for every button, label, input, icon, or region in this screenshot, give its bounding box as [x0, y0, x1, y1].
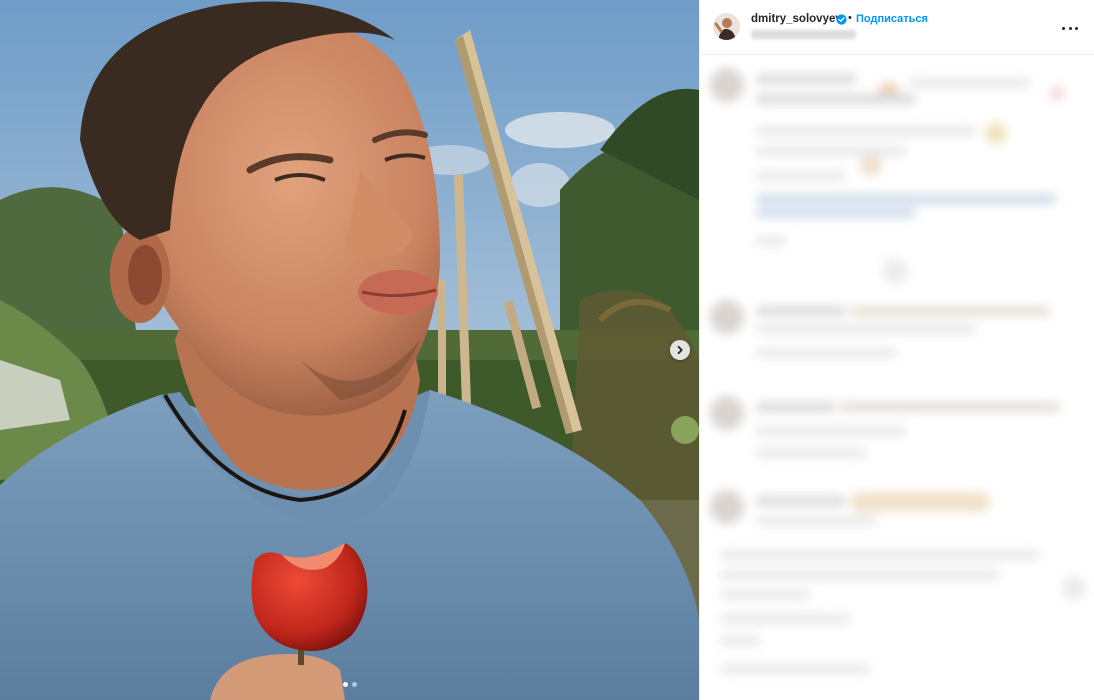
comment-text	[850, 306, 1050, 316]
comment-meta	[756, 448, 866, 458]
comment-emoji	[860, 154, 882, 176]
comment-text	[756, 194, 1056, 204]
comment-avatar	[710, 490, 744, 524]
avatar[interactable]	[713, 13, 740, 40]
comment-text	[720, 664, 870, 674]
follow-button[interactable]: Подписаться	[856, 13, 928, 25]
more-horizontal-icon	[1062, 26, 1065, 30]
comment-avatar	[710, 68, 744, 102]
comment-text	[910, 78, 1030, 88]
comment-emoji	[985, 122, 1007, 144]
blurred-subtitle	[751, 30, 856, 39]
comment-text	[756, 426, 906, 436]
separator-dot: •	[848, 12, 852, 24]
comment-text	[756, 324, 976, 334]
comment-text	[756, 208, 916, 218]
comment-text	[720, 590, 810, 600]
heart-icon	[1062, 576, 1086, 600]
post-photo[interactable]	[0, 0, 699, 700]
carousel-dot	[351, 682, 357, 687]
comment-emoji-row	[850, 492, 990, 512]
comment-text	[756, 94, 916, 104]
comment-text	[756, 74, 856, 84]
comment-text	[720, 550, 1040, 560]
comments-section-blurred	[700, 56, 1094, 700]
comment-avatar	[710, 300, 744, 334]
avatar-image	[713, 13, 740, 40]
comment-meta	[720, 636, 760, 646]
comment-text	[756, 306, 846, 316]
comment-text	[756, 171, 846, 181]
post-header: dmitry_solovyev • Подписаться	[700, 0, 1094, 55]
comment-text	[756, 496, 846, 506]
comment-text	[756, 402, 836, 412]
comment-text	[756, 146, 906, 156]
comment-meta	[756, 516, 876, 526]
comment-text	[720, 614, 850, 624]
comment-avatar	[710, 396, 744, 430]
chevron-right-icon	[677, 345, 683, 355]
comment-text	[720, 570, 1000, 580]
load-more-icon	[882, 258, 908, 284]
heart-icon	[1050, 86, 1064, 100]
username-link[interactable]: dmitry_solovyev	[751, 13, 842, 25]
comment-text	[756, 126, 976, 136]
carousel-indicator	[0, 682, 699, 687]
carousel-dot-active	[342, 682, 348, 687]
photo-man-eating-tomato	[0, 0, 699, 700]
comment-text	[840, 402, 1060, 412]
comment-meta	[756, 348, 896, 358]
comment-meta	[756, 236, 786, 246]
post-side-panel: dmitry_solovyev • Подписаться	[699, 0, 1094, 700]
verified-badge-icon	[836, 14, 847, 25]
more-options-button[interactable]	[1062, 20, 1078, 36]
carousel-next-button[interactable]	[670, 340, 690, 360]
